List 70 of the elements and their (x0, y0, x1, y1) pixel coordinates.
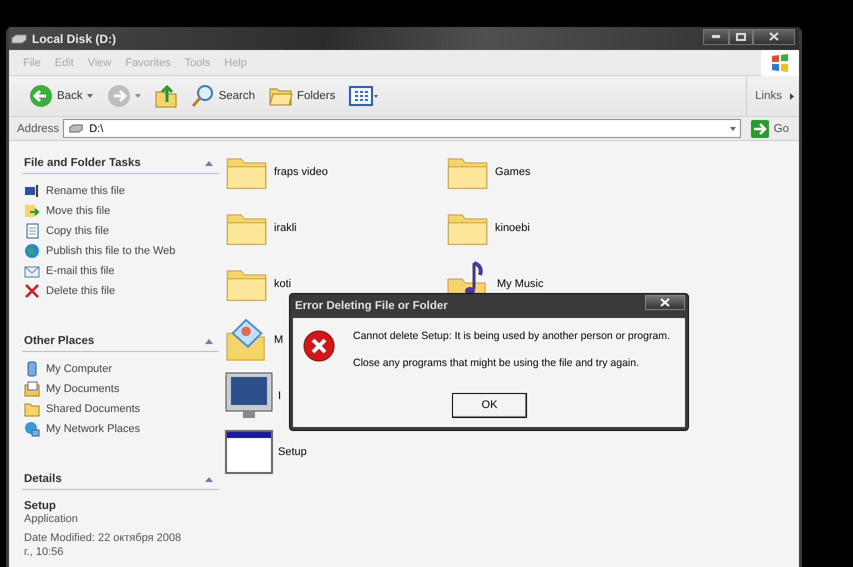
task-link[interactable]: Copy this file (46, 225, 109, 237)
folders-button[interactable]: Folders (265, 83, 340, 109)
globe-icon (24, 243, 40, 259)
item-label[interactable]: Games (495, 166, 530, 178)
go-button[interactable]: Go (744, 120, 795, 138)
task-link[interactable]: Rename this file (46, 185, 125, 197)
drive-icon (11, 34, 27, 44)
windows-flag-icon (770, 54, 790, 72)
window-title: Local Disk (D:) (32, 32, 118, 46)
caret-icon (134, 94, 141, 98)
maximize-button[interactable] (729, 28, 753, 44)
drive-icon (68, 124, 84, 133)
views-icon (349, 86, 380, 106)
arrow-icon (790, 92, 794, 100)
error-message: Close any programs that might be using the file and try again. (353, 357, 640, 369)
minimize-button[interactable] (703, 28, 729, 44)
back-button[interactable]: Back (25, 82, 97, 110)
task-link[interactable]: My Documents (46, 383, 120, 395)
dialog-title: Error Deleting File or Folder (295, 300, 448, 312)
minimize-icon (712, 35, 720, 38)
address-field[interactable]: D:\ (63, 119, 741, 138)
ok-button[interactable]: OK (452, 392, 527, 418)
item-label[interactable]: kinoebi (495, 222, 530, 234)
documents-folder-icon (24, 381, 40, 397)
dialog-close-button[interactable] (645, 294, 685, 310)
section-header[interactable]: File and Folder Tasks (22, 151, 219, 174)
item-label[interactable]: My Music (497, 278, 544, 290)
copy-file-icon (24, 223, 40, 239)
collapse-icon[interactable] (205, 338, 213, 344)
network-icon (24, 421, 40, 437)
error-icon (303, 330, 335, 362)
item-label[interactable]: Setup (278, 446, 307, 458)
task-link[interactable]: My Network Places (46, 423, 140, 435)
monitor-icon (225, 372, 273, 420)
details-name: Setup (23, 500, 57, 512)
caret-icon (86, 94, 93, 98)
collapse-icon[interactable] (205, 160, 213, 166)
details-type: Application (23, 512, 79, 526)
close-icon (769, 32, 779, 41)
task-link[interactable]: My Computer (46, 363, 112, 375)
move-file-icon (24, 203, 40, 219)
address-label: Address (17, 122, 60, 134)
task-link[interactable]: Publish this file to the Web (46, 245, 176, 257)
item-label[interactable]: I (278, 390, 282, 402)
caret-icon (730, 126, 736, 130)
item-label[interactable]: M (274, 334, 284, 346)
item-label[interactable]: irakli (274, 222, 297, 234)
rename-icon (24, 183, 40, 199)
item-label[interactable]: koti (274, 278, 292, 290)
error-message: Cannot delete Setup: It is being used by another person or program. (353, 330, 671, 342)
search-button[interactable]: Search (186, 82, 260, 110)
links-button[interactable]: Links (746, 76, 799, 116)
task-link[interactable]: Shared Documents (46, 403, 140, 415)
task-link[interactable]: E-mail this file (46, 265, 114, 277)
collapse-icon[interactable] (205, 476, 213, 482)
section-header[interactable]: Other Places (22, 329, 219, 352)
up-folder-icon (154, 84, 177, 108)
go-arrow-icon (750, 120, 769, 138)
section-header[interactable]: Details (22, 467, 219, 490)
search-icon (190, 84, 215, 108)
details-date: Date Modified: 22 октября 2008 г., 10:56 (23, 531, 182, 559)
folder-icon (24, 401, 40, 417)
close-icon (660, 298, 670, 306)
maximize-icon (736, 32, 746, 40)
close-button[interactable] (753, 28, 795, 44)
delete-icon (24, 283, 40, 299)
task-link[interactable]: Delete this file (46, 285, 116, 297)
task-link[interactable]: Move this file (46, 205, 110, 217)
application-window-icon (225, 430, 273, 474)
item-label[interactable]: fraps video (274, 166, 328, 178)
